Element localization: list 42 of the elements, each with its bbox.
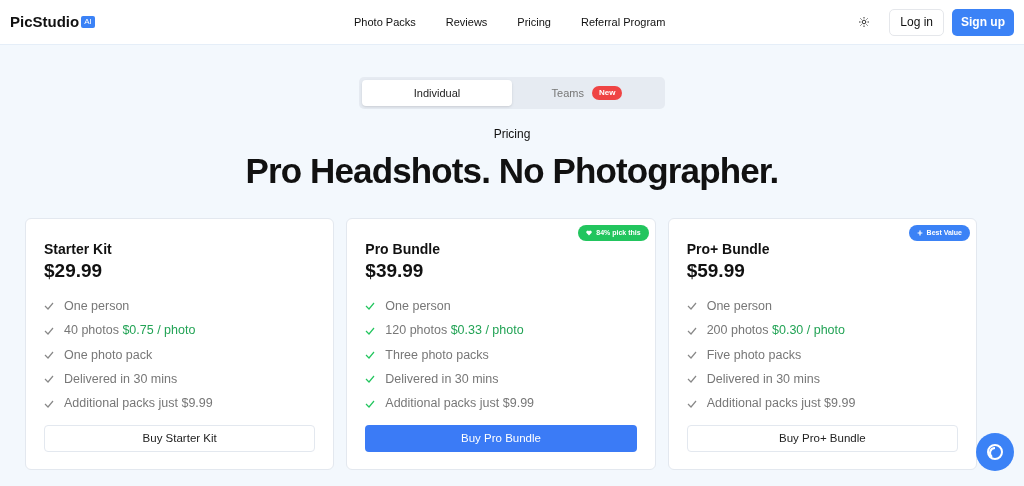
nav-link[interactable]: Pricing bbox=[517, 13, 551, 31]
heart-icon bbox=[586, 230, 593, 236]
login-button[interactable]: Log in bbox=[889, 8, 944, 36]
feature-text: Five photo packs bbox=[706, 346, 802, 364]
logo-text: PicStudio bbox=[10, 11, 80, 32]
feature-text: Three photo packs bbox=[385, 346, 489, 364]
buy-button[interactable]: Buy Starter Kit bbox=[44, 424, 316, 452]
feature-text: 200 photos $0.30 / photo bbox=[706, 322, 845, 340]
feature-text: 120 photos $0.33 / photo bbox=[385, 322, 524, 340]
logo-badge: AI bbox=[81, 16, 95, 28]
feature-text: One photo pack bbox=[64, 346, 153, 364]
plan-price: $39.99 bbox=[365, 259, 425, 283]
chat-button[interactable] bbox=[976, 433, 1014, 471]
tab[interactable]: Teams New bbox=[512, 80, 662, 106]
signup-button[interactable]: Sign up bbox=[952, 8, 1014, 36]
nav-link[interactable]: Photo Packs bbox=[354, 13, 416, 31]
nav-link[interactable]: Referral Program bbox=[580, 13, 666, 31]
feature-text: Additional packs just $9.99 bbox=[385, 395, 535, 413]
feature-text: Additional packs just $9.99 bbox=[64, 395, 213, 413]
plan-price: $29.99 bbox=[44, 259, 104, 283]
feature-text: One person bbox=[385, 297, 451, 315]
plan-name: Pro+ Bundle bbox=[686, 240, 771, 258]
feature-text: One person bbox=[706, 297, 772, 315]
chat-icon bbox=[985, 442, 1005, 462]
section-label: Pricing bbox=[492, 126, 532, 143]
plan-name: Pro Bundle bbox=[365, 240, 441, 258]
feature-text: 40 photos $0.75 / photo bbox=[64, 322, 196, 340]
plan-name: Starter Kit bbox=[44, 240, 113, 258]
buy-button[interactable]: Buy Pro Bundle bbox=[365, 424, 637, 452]
feature-text: One person bbox=[64, 297, 130, 315]
feature-text: Delivered in 30 mins bbox=[385, 371, 499, 388]
plus-icon bbox=[916, 230, 923, 236]
sun-icon[interactable] bbox=[859, 17, 870, 27]
new-badge: New bbox=[591, 86, 623, 100]
tab[interactable]: Individual bbox=[362, 80, 512, 106]
feature-text: Delivered in 30 mins bbox=[706, 371, 820, 388]
feature-text: Delivered in 30 mins bbox=[64, 371, 178, 388]
buy-button[interactable]: Buy Pro+ Bundle bbox=[686, 424, 958, 452]
feature-text: Additional packs just $9.99 bbox=[706, 395, 856, 413]
page-headline: Pro Headshots. No Photographer. bbox=[244, 150, 780, 192]
nav-link[interactable]: Reviews bbox=[445, 13, 488, 31]
plan-price: $59.99 bbox=[686, 259, 746, 283]
